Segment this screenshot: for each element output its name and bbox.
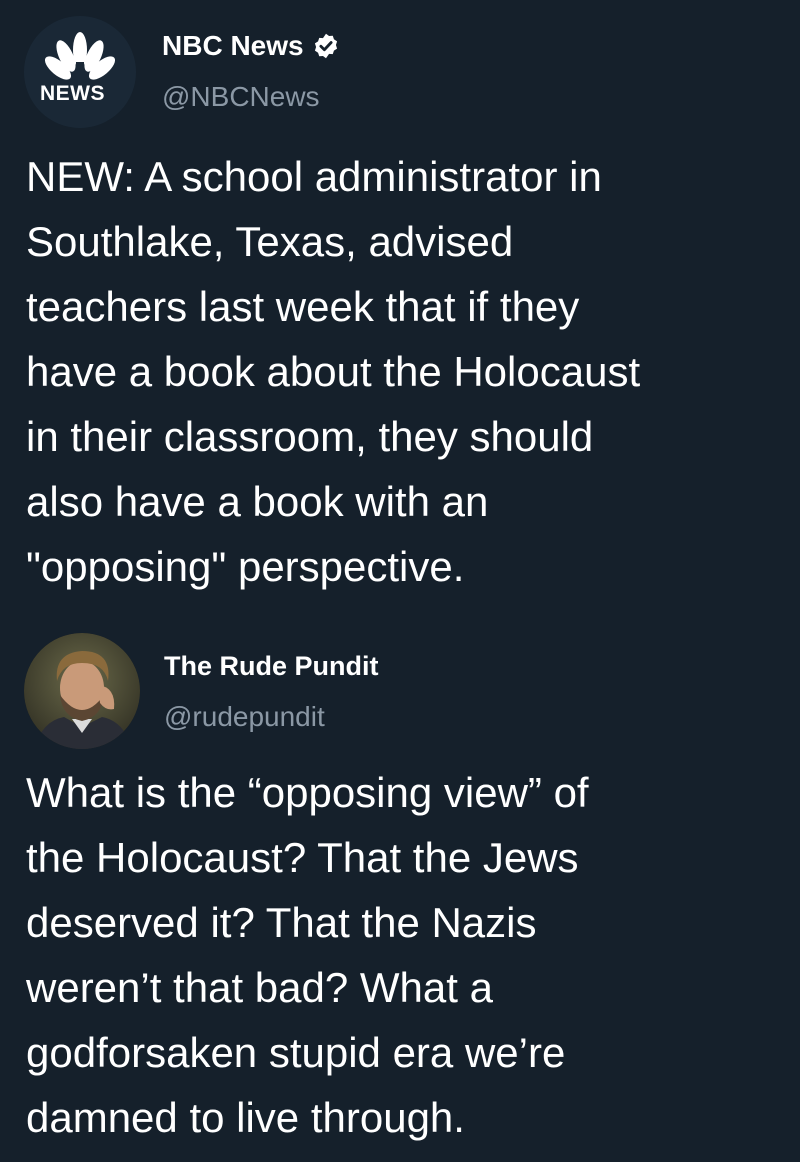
nbc-peacock-logo-icon — [24, 16, 136, 128]
author-name-text: The Rude Pundit — [164, 651, 379, 681]
tweet-text: NEW: A school administrator in Southlake… — [26, 153, 641, 590]
author-name[interactable]: NBC News — [162, 30, 340, 62]
profile-photo-icon — [24, 633, 140, 749]
author-handle[interactable]: @rudepundit — [164, 701, 325, 733]
verified-badge-icon — [314, 33, 337, 59]
nbc-logo-text: NEWS — [40, 82, 105, 105]
author-name[interactable]: The Rude Pundit — [164, 651, 378, 682]
author-handle[interactable]: @NBCNews — [162, 81, 320, 113]
rudepundit-avatar[interactable] — [24, 633, 140, 749]
nbc-avatar[interactable]: NEWS — [24, 16, 136, 128]
tweet-text: What is the “opposing view” of the Holoc… — [26, 769, 589, 1141]
author-name-text: NBC News — [162, 30, 304, 61]
